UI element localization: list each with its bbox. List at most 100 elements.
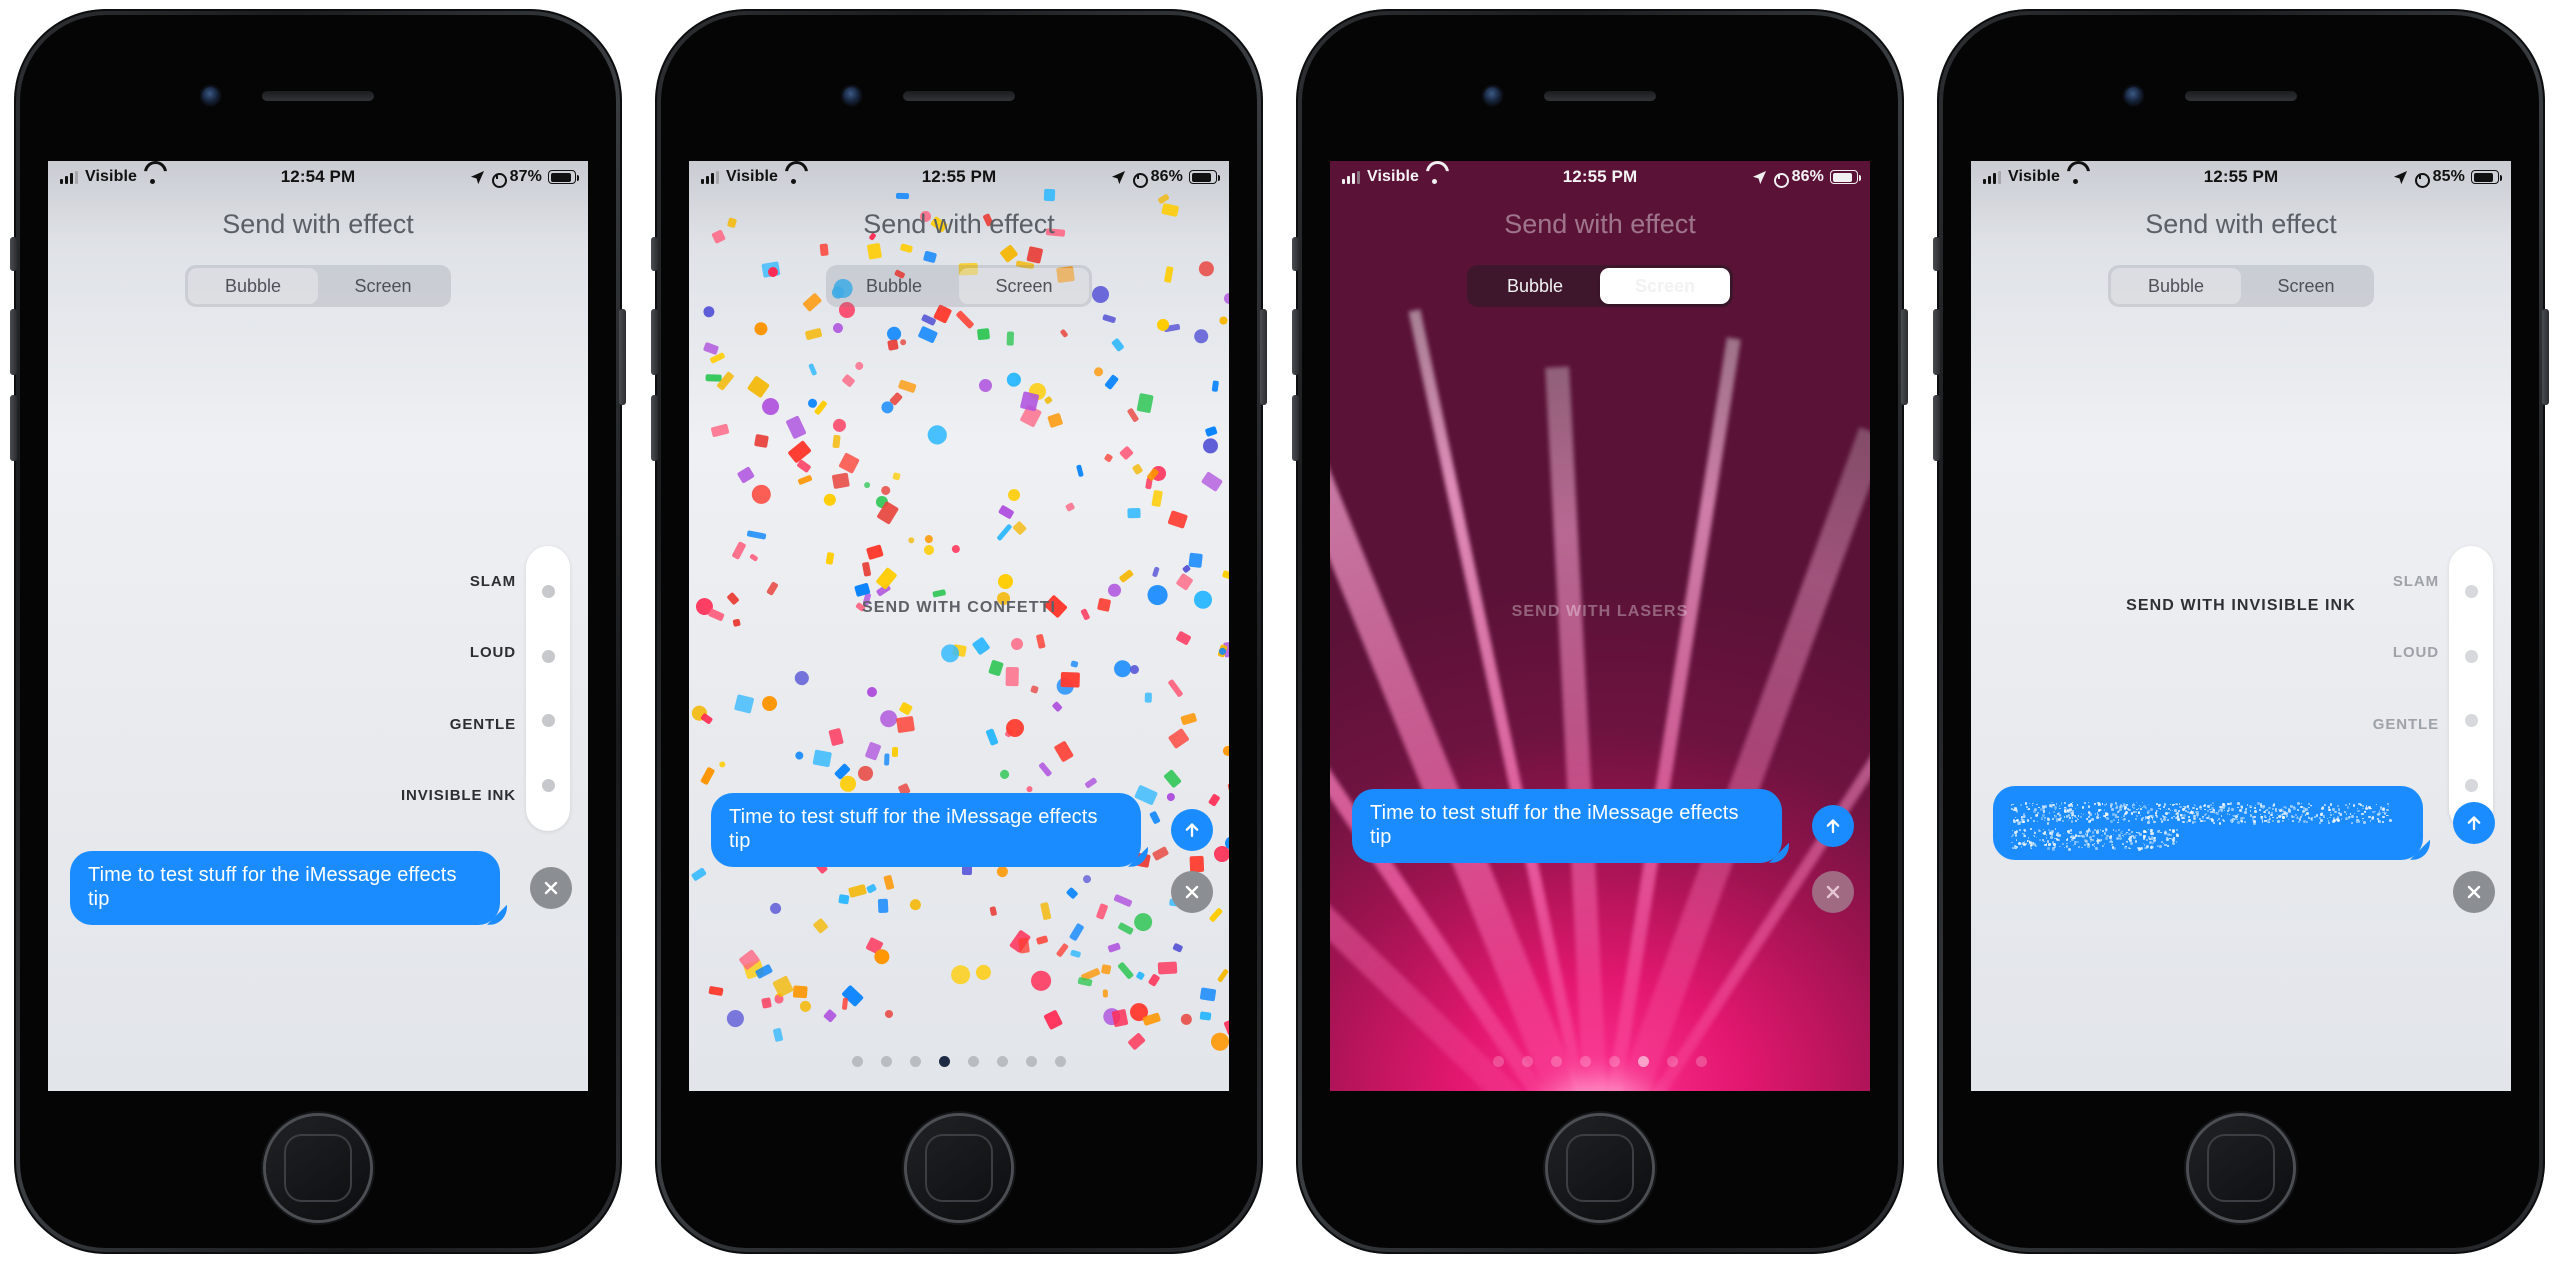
page-dot-0[interactable]: [852, 1056, 863, 1067]
ink-particle: [2066, 830, 2070, 833]
silent-switch[interactable]: [1292, 237, 1299, 271]
effect-radio-loud[interactable]: [2464, 649, 2478, 663]
ink-particle: [2064, 810, 2067, 813]
volume-down-button[interactable]: [10, 395, 17, 461]
page-dot-0[interactable]: [1493, 1056, 1504, 1067]
send-button-3[interactable]: [1812, 804, 1854, 847]
battery-icon: [2471, 170, 2502, 184]
volume-down-button[interactable]: [651, 395, 658, 461]
page-dot-3[interactable]: [1580, 1056, 1591, 1067]
page-dot-3[interactable]: [939, 1056, 950, 1067]
phone-screen-2: Visible 12:55 PM 86% Send with effect Bu…: [689, 161, 1229, 1091]
screen-effect-page-dots-3[interactable]: [1330, 1056, 1870, 1067]
ink-particle: [2039, 839, 2042, 842]
effect-type-segmented-control-3[interactable]: Bubble Screen: [1467, 265, 1733, 307]
page-dot-7[interactable]: [1055, 1056, 1066, 1067]
effect-label-loud[interactable]: LOUD: [2393, 644, 2439, 661]
ink-particle: [2204, 808, 2206, 811]
ink-particle: [2219, 805, 2223, 809]
volume-up-button[interactable]: [1292, 309, 1299, 375]
volume-up-button[interactable]: [1933, 309, 1940, 375]
volume-down-button[interactable]: [1292, 395, 1299, 461]
effect-label-gentle[interactable]: GENTLE: [450, 716, 516, 733]
effect-radio-slam[interactable]: [541, 584, 555, 598]
home-button-1[interactable]: [266, 1116, 370, 1220]
cancel-effect-button-4[interactable]: [2453, 871, 2495, 913]
tab-bubble-4[interactable]: Bubble: [2111, 268, 2241, 304]
page-dot-6[interactable]: [1667, 1056, 1678, 1067]
home-button-3[interactable]: [1548, 1116, 1652, 1220]
effect-radio-invisible-ink[interactable]: [541, 779, 555, 793]
page-dot-2[interactable]: [910, 1056, 921, 1067]
effect-type-segmented-control-1[interactable]: Bubble Screen: [185, 265, 451, 307]
page-dot-2[interactable]: [1551, 1056, 1562, 1067]
power-button[interactable]: [1260, 309, 1267, 405]
home-button-4[interactable]: [2189, 1116, 2293, 1220]
ink-particle: [2069, 817, 2071, 819]
tab-screen-3[interactable]: Screen: [1600, 268, 1730, 304]
ink-particle: [2118, 829, 2121, 832]
page-dot-5[interactable]: [1638, 1056, 1649, 1067]
power-button[interactable]: [619, 309, 626, 405]
ink-particle: [2240, 816, 2244, 820]
ink-particle: [2029, 802, 2031, 804]
effect-radio-gentle[interactable]: [541, 714, 555, 728]
effect-type-segmented-control-4[interactable]: Bubble Screen: [2108, 265, 2374, 307]
volume-down-button[interactable]: [1933, 395, 1940, 461]
effect-label-invisible-ink[interactable]: INVISIBLE INK: [401, 787, 516, 804]
tab-screen-2[interactable]: Screen: [959, 268, 1089, 304]
cancel-effect-button-1[interactable]: [530, 866, 572, 909]
page-dot-1[interactable]: [881, 1056, 892, 1067]
volume-up-button[interactable]: [651, 309, 658, 375]
message-bubble-1[interactable]: Time to test stuff for the iMessage effe…: [70, 851, 500, 925]
silent-switch[interactable]: [1933, 237, 1940, 271]
message-bubble-3[interactable]: Time to test stuff for the iMessage effe…: [1352, 789, 1782, 863]
tab-bubble-3[interactable]: Bubble: [1470, 268, 1600, 304]
silent-switch[interactable]: [651, 237, 658, 271]
tab-bubble-2[interactable]: Bubble: [829, 268, 959, 304]
volume-up-button[interactable]: [10, 309, 17, 375]
page-dot-1[interactable]: [1522, 1056, 1533, 1067]
page-dot-5[interactable]: [997, 1056, 1008, 1067]
ink-particle: [2362, 807, 2364, 810]
effect-label-slam[interactable]: SLAM: [470, 573, 516, 590]
tab-screen-1[interactable]: Screen: [318, 268, 448, 304]
power-button[interactable]: [2542, 309, 2549, 405]
home-button-2[interactable]: [907, 1116, 1011, 1220]
effect-label-slam[interactable]: SLAM: [2393, 573, 2439, 590]
page-dot-4[interactable]: [1609, 1056, 1620, 1067]
power-button[interactable]: [1901, 309, 1908, 405]
battery-percent-label: 87%: [509, 168, 542, 185]
page-dot-6[interactable]: [1026, 1056, 1037, 1067]
cancel-effect-button-2[interactable]: [1171, 871, 1213, 913]
message-bubble-2[interactable]: Time to test stuff for the iMessage effe…: [711, 793, 1141, 867]
tab-screen-4[interactable]: Screen: [2241, 268, 2371, 304]
ink-particle: [2127, 820, 2130, 823]
ink-particle: [2032, 842, 2034, 844]
ink-particle: [2327, 821, 2331, 825]
tab-bubble-1[interactable]: Bubble: [188, 268, 318, 304]
silent-switch[interactable]: [10, 237, 17, 271]
screen-effect-page-dots-2[interactable]: [689, 1056, 1229, 1067]
page-dot-4[interactable]: [968, 1056, 979, 1067]
cancel-effect-button-3[interactable]: [1812, 871, 1854, 913]
effect-radio-slam[interactable]: [2464, 584, 2478, 598]
effect-radio-loud[interactable]: [541, 649, 555, 663]
effect-radio-gentle[interactable]: [2464, 714, 2478, 728]
effect-label-loud[interactable]: LOUD: [470, 644, 516, 661]
ink-particle: [2031, 805, 2034, 807]
ink-particle: [2278, 808, 2282, 812]
device-bezel: Visible 12:55 PM 85% Send with effect Bu…: [1943, 15, 2539, 1248]
effect-type-segmented-control-2[interactable]: Bubble Screen: [826, 265, 1092, 307]
send-button-2[interactable]: [1171, 808, 1213, 851]
message-bubble-4-invisible-ink[interactable]: Time to test stuff for the iMessage effe…: [1993, 786, 2423, 860]
send-button-4[interactable]: [2453, 801, 2495, 844]
ink-particle: [2024, 840, 2026, 843]
ink-particle: [2026, 819, 2030, 823]
ink-particle: [2288, 818, 2290, 820]
effect-label-gentle[interactable]: GENTLE: [2373, 716, 2439, 733]
page-dot-7[interactable]: [1696, 1056, 1707, 1067]
bubble-effect-selector-rail-1[interactable]: [526, 546, 570, 831]
ink-particle: [2034, 836, 2036, 838]
ink-particle: [2076, 804, 2079, 806]
